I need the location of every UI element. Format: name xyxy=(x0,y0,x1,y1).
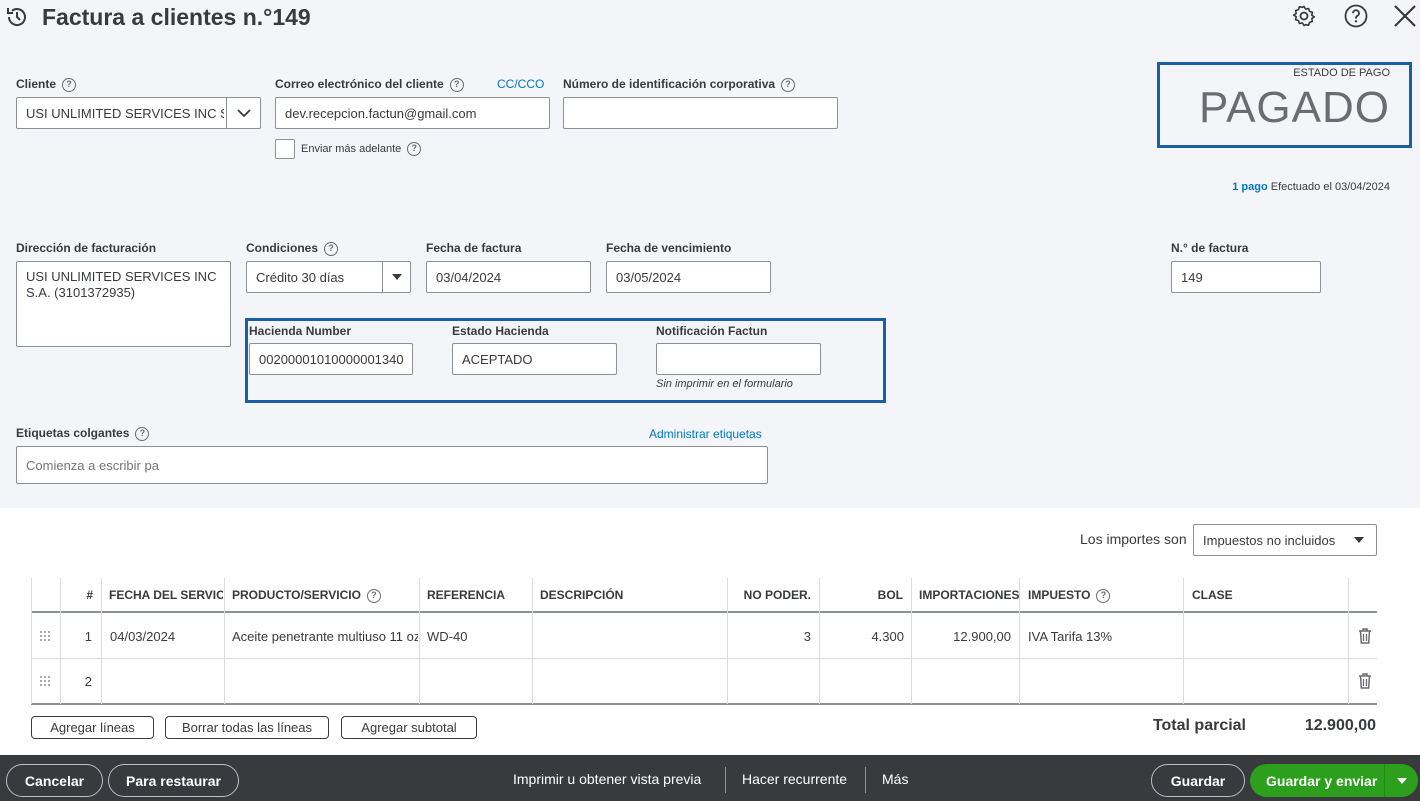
hacienda-number-field[interactable]: 00200001010000001340 xyxy=(249,343,413,375)
subtotal-value: 12.900,00 xyxy=(1304,717,1376,734)
estado-hacienda-label: Estado Hacienda xyxy=(452,324,549,338)
cc-bcc-link[interactable]: CC/CCO xyxy=(497,77,544,91)
row-quantity[interactable]: 3 xyxy=(728,629,811,644)
help-icon[interactable]: ? xyxy=(449,77,464,92)
col-header-rate: BOL xyxy=(877,588,903,602)
col-header-quantity: NO PODER. xyxy=(743,588,811,602)
amounts-select[interactable]: Impuestos no incluidos xyxy=(1193,524,1377,556)
col-header-product: PRODUCTO/SERVICIO? xyxy=(232,588,418,603)
payment-status-label: ESTADO DE PAGO xyxy=(1293,67,1390,79)
col-header-service-date: FECHA DEL SERVICIO xyxy=(109,588,223,602)
add-lines-button[interactable]: Agregar líneas xyxy=(31,716,154,739)
tags-input[interactable] xyxy=(16,446,768,484)
invoice-number-label: N.° de factura xyxy=(1171,241,1249,255)
due-date-label: Fecha de vencimiento xyxy=(606,241,732,255)
row-service-date[interactable]: 04/03/2024 xyxy=(110,629,222,644)
due-date-field[interactable]: 03/05/2024 xyxy=(606,261,771,293)
notificacion-factun-field[interactable] xyxy=(656,343,821,375)
trash-icon[interactable] xyxy=(1358,673,1372,689)
help-icon[interactable]: ? xyxy=(324,241,339,256)
trash-icon[interactable] xyxy=(1358,628,1372,644)
invoice-date-field[interactable]: 03/04/2024 xyxy=(426,261,591,293)
estado-hacienda-field[interactable]: ACEPTADO xyxy=(452,343,617,375)
corp-id-field[interactable] xyxy=(563,97,838,129)
help-icon[interactable]: ? xyxy=(781,77,796,92)
add-subtotal-button[interactable]: Agregar subtotal xyxy=(341,716,477,739)
help-icon[interactable] xyxy=(1344,4,1368,28)
help-icon[interactable]: ? xyxy=(135,426,150,441)
chevron-down-icon xyxy=(226,98,260,128)
drag-handle-icon[interactable] xyxy=(40,676,50,686)
help-icon[interactable]: ? xyxy=(366,588,381,603)
invoice-date-label: Fecha de factura xyxy=(426,241,522,255)
col-header-class: CLASE xyxy=(1192,588,1233,602)
customer-label: Cliente? xyxy=(16,77,77,92)
notificacion-factun-label: Notificación Factun xyxy=(656,324,768,338)
not-printed-note: Sin imprimir en el formulario xyxy=(656,378,793,390)
payment-status-value: PAGADO xyxy=(1198,83,1390,132)
dropdown-icon xyxy=(1354,537,1364,543)
clear-all-lines-button[interactable]: Borrar todas las líneas xyxy=(165,716,329,739)
col-header-amount: IMPORTACIONES xyxy=(919,588,1019,602)
recent-transactions-icon[interactable] xyxy=(4,4,30,30)
drag-handle-icon[interactable] xyxy=(40,631,50,641)
row-tax[interactable]: IVA Tarifa 13% xyxy=(1028,629,1182,644)
terms-label: Condiciones? xyxy=(246,241,339,256)
corp-id-label: Número de identificación corporativa? xyxy=(563,77,796,92)
row-product[interactable]: Aceite penetrante multiuso 11 oz xyxy=(232,629,418,644)
row-number: 2 xyxy=(84,674,92,689)
subtotal-label: Total parcial xyxy=(1152,717,1246,734)
row-amount[interactable]: 12.900,00 xyxy=(912,629,1011,644)
hacienda-number-label: Hacienda Number xyxy=(249,324,352,338)
col-header-number: # xyxy=(86,588,93,602)
row-rate[interactable]: 4.300 xyxy=(820,629,904,644)
chevron-down-icon[interactable] xyxy=(1384,764,1418,797)
gear-icon[interactable] xyxy=(1292,4,1316,28)
row-reference[interactable]: WD-40 xyxy=(427,629,531,644)
save-and-send-button[interactable]: Guardar y enviar xyxy=(1250,764,1418,797)
amounts-label: Los importes son xyxy=(1080,531,1187,547)
footer-bar: Cancelar Para restaurar Imprimir u obten… xyxy=(0,755,1420,801)
help-icon[interactable]: ? xyxy=(407,142,422,156)
send-later-label: Enviar más adelante? xyxy=(301,142,422,156)
payments-link[interactable]: 1 pago xyxy=(1232,181,1267,193)
page-title: Factura a clientes n.°149 xyxy=(42,4,311,30)
customer-select[interactable]: USI UNLIMITED SERVICES INC S.A. xyxy=(16,97,261,129)
dropdown-icon xyxy=(382,262,410,292)
close-icon[interactable] xyxy=(1393,4,1417,28)
invoice-number-field[interactable]: 149 xyxy=(1171,261,1321,293)
row-number: 1 xyxy=(84,629,92,644)
send-later-checkbox[interactable] xyxy=(275,139,295,159)
print-preview-link[interactable]: Imprimir u obtener vista previa xyxy=(513,771,701,787)
col-header-tax: IMPUESTO? xyxy=(1028,588,1182,603)
more-link[interactable]: Más xyxy=(882,771,908,787)
email-field[interactable]: dev.recepcion.factun@gmail.com xyxy=(275,97,550,129)
tags-label: Etiquetas colgantes? xyxy=(16,426,150,441)
help-icon[interactable]: ? xyxy=(1096,588,1111,603)
col-header-description: DESCRIPCIÓN xyxy=(540,588,624,602)
manage-tags-link[interactable]: Administrar etiquetas xyxy=(649,427,762,441)
help-icon[interactable]: ? xyxy=(62,77,77,92)
billing-address-field[interactable]: USI UNLIMITED SERVICES INC S.A. (3101372… xyxy=(16,261,231,347)
cancel-button[interactable]: Cancelar xyxy=(6,764,103,797)
email-label: Correo electrónico del cliente? xyxy=(275,77,464,92)
billing-label: Dirección de facturación xyxy=(16,241,157,255)
save-button[interactable]: Guardar xyxy=(1151,764,1245,797)
make-recurring-link[interactable]: Hacer recurrente xyxy=(742,771,847,787)
revert-button[interactable]: Para restaurar xyxy=(108,764,239,797)
terms-select[interactable]: Crédito 30 días xyxy=(246,261,411,293)
col-header-reference: REFERENCIA xyxy=(427,588,506,602)
payments-info: 1 pago Efectuado el 03/04/2024 xyxy=(1232,181,1390,193)
